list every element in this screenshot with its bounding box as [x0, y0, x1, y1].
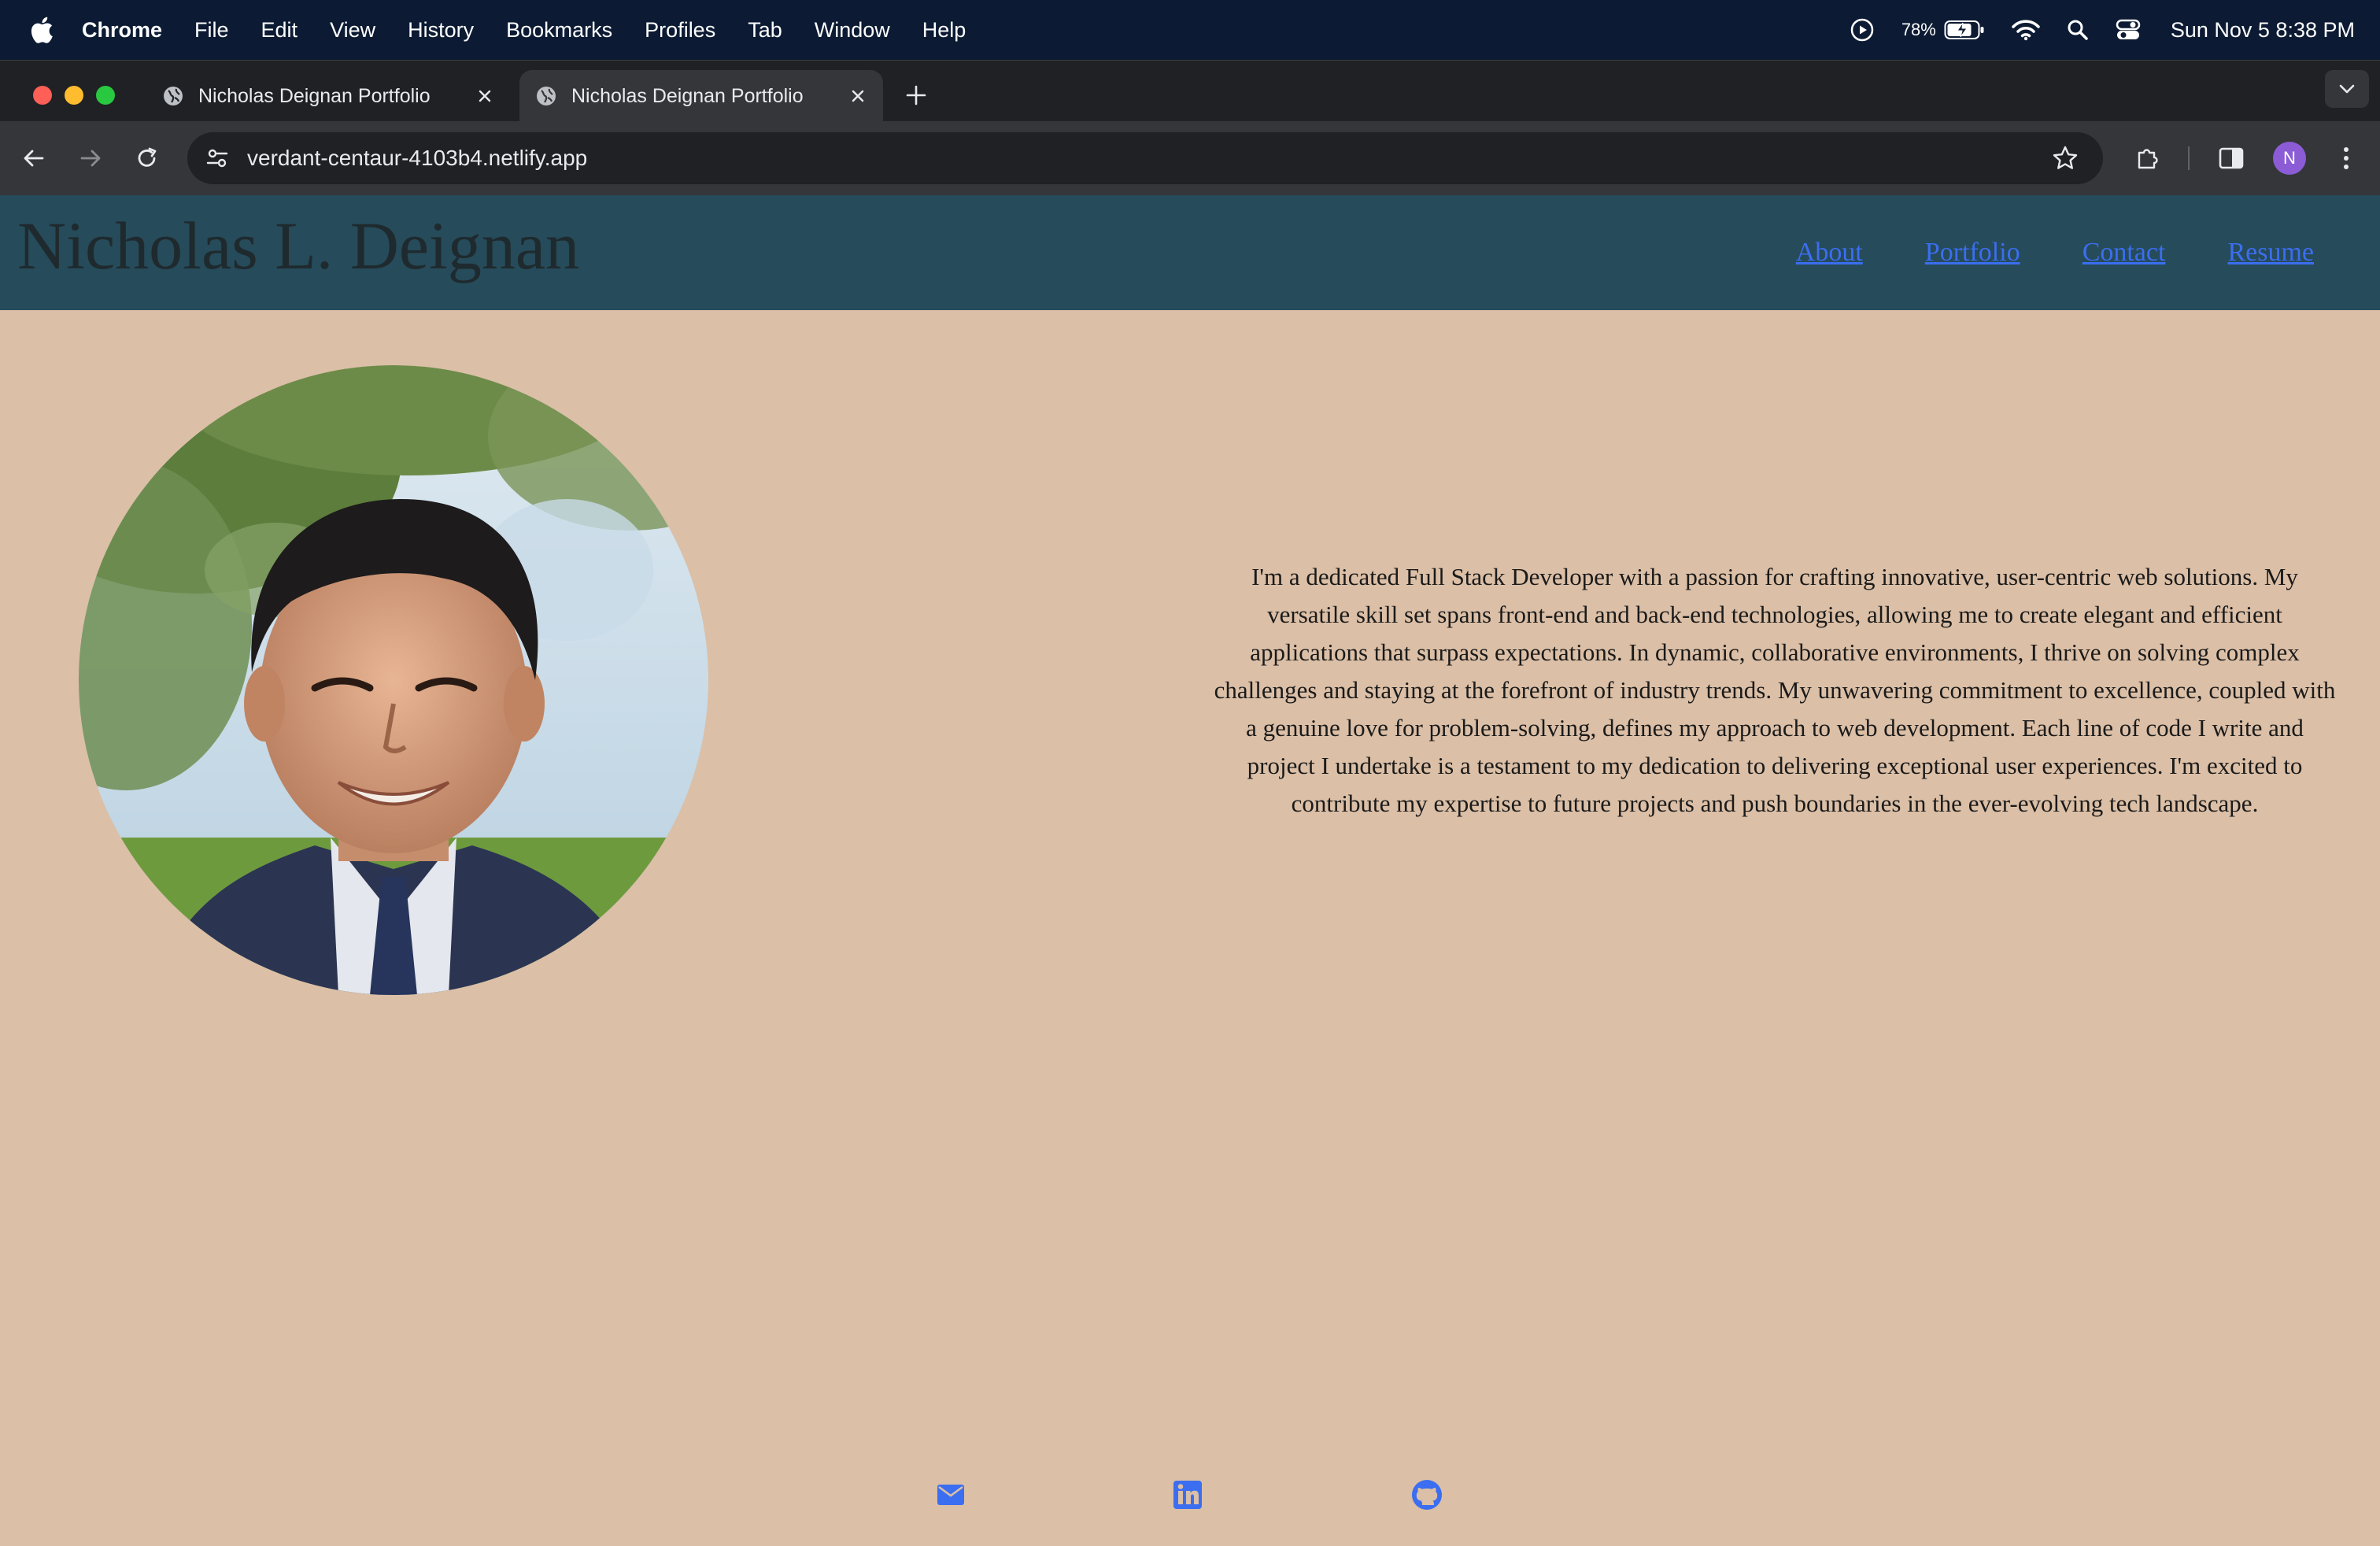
menu-file[interactable]: File	[194, 18, 229, 43]
web-page-viewport: Nicholas L. Deignan About Portfolio Cont…	[0, 195, 2380, 1546]
menu-profiles[interactable]: Profiles	[645, 18, 715, 43]
site-info-tune-icon[interactable]	[201, 142, 233, 174]
toolbar-divider	[2188, 146, 2190, 170]
battery-icon[interactable]	[1944, 20, 1985, 40]
back-arrow-icon[interactable]	[16, 140, 52, 176]
nav-link-portfolio[interactable]: Portfolio	[1925, 238, 2020, 268]
browser-tab[interactable]: Nicholas Deignan Portfolio	[146, 70, 510, 122]
tab-search-chevron-icon[interactable]	[2325, 70, 2369, 108]
menu-app-chrome[interactable]: Chrome	[82, 18, 162, 43]
window-close-button[interactable]	[33, 86, 52, 105]
bio-paragraph: I'm a dedicated Full Stack Developer wit…	[1214, 563, 2336, 817]
tab-close-icon[interactable]	[471, 82, 499, 110]
menu-bookmarks[interactable]: Bookmarks	[506, 18, 612, 43]
tab-title: Nicholas Deignan Portfolio	[198, 84, 431, 107]
forward-arrow-icon[interactable]	[72, 140, 109, 176]
tab-strip: Nicholas Deignan Portfolio Nicholas Deig…	[0, 60, 2380, 122]
site-header: Nicholas L. Deignan About Portfolio Cont…	[0, 195, 2380, 310]
url-text[interactable]: verdant-centaur-4103b4.netlify.app	[247, 146, 2049, 171]
window-zoom-button[interactable]	[96, 86, 115, 105]
linkedin-icon[interactable]	[1171, 1478, 1204, 1511]
macos-menu-bar: Chrome File Edit View History Bookmarks …	[0, 0, 2380, 60]
battery-percent: 78%	[1901, 20, 1936, 39]
more-menu-icon[interactable]	[2328, 140, 2364, 176]
browser-tab-active[interactable]: Nicholas Deignan Portfolio	[519, 70, 883, 122]
menu-help[interactable]: Help	[922, 18, 966, 43]
menu-tab[interactable]: Tab	[748, 18, 782, 43]
github-icon[interactable]	[1410, 1478, 1443, 1511]
menu-history[interactable]: History	[408, 18, 474, 43]
spotlight-search-icon[interactable]	[2067, 19, 2089, 41]
control-center-icon[interactable]	[2116, 19, 2141, 41]
profile-photo	[79, 365, 708, 995]
extensions-puzzle-icon[interactable]	[2130, 140, 2166, 176]
globe-favicon-icon	[537, 87, 556, 105]
nav-link-contact[interactable]: Contact	[2082, 238, 2166, 268]
profile-avatar[interactable]: N	[2273, 142, 2306, 175]
play-circle-icon[interactable]	[1850, 17, 1875, 43]
nav-link-about[interactable]: About	[1796, 238, 1863, 268]
nav-link-resume[interactable]: Resume	[2227, 238, 2314, 268]
bookmark-star-icon[interactable]	[2049, 142, 2081, 174]
wifi-icon[interactable]	[2012, 19, 2040, 41]
site-nav: About Portfolio Contact Resume	[1734, 238, 2314, 268]
menubar-clock[interactable]: Sun Nov 5 8:38 PM	[2171, 18, 2355, 43]
side-panel-icon[interactable]	[2213, 140, 2249, 176]
email-icon[interactable]	[934, 1478, 967, 1511]
globe-favicon-icon	[164, 87, 183, 105]
new-tab-plus-icon[interactable]	[902, 81, 930, 109]
apple-logo-icon[interactable]	[30, 16, 54, 44]
browser-toolbar: verdant-centaur-4103b4.netlify.app N	[0, 121, 2380, 195]
window-minimize-button[interactable]	[65, 86, 83, 105]
tab-title: Nicholas Deignan Portfolio	[571, 84, 804, 107]
menu-edit[interactable]: Edit	[261, 18, 298, 43]
address-bar[interactable]: verdant-centaur-4103b4.netlify.app	[187, 132, 2103, 184]
tab-close-icon[interactable]	[844, 82, 872, 110]
menu-view[interactable]: View	[330, 18, 375, 43]
reload-icon[interactable]	[129, 140, 165, 176]
social-links	[0, 1478, 2380, 1518]
site-title: Nicholas L. Deignan	[17, 208, 580, 283]
menu-window[interactable]: Window	[815, 18, 890, 43]
